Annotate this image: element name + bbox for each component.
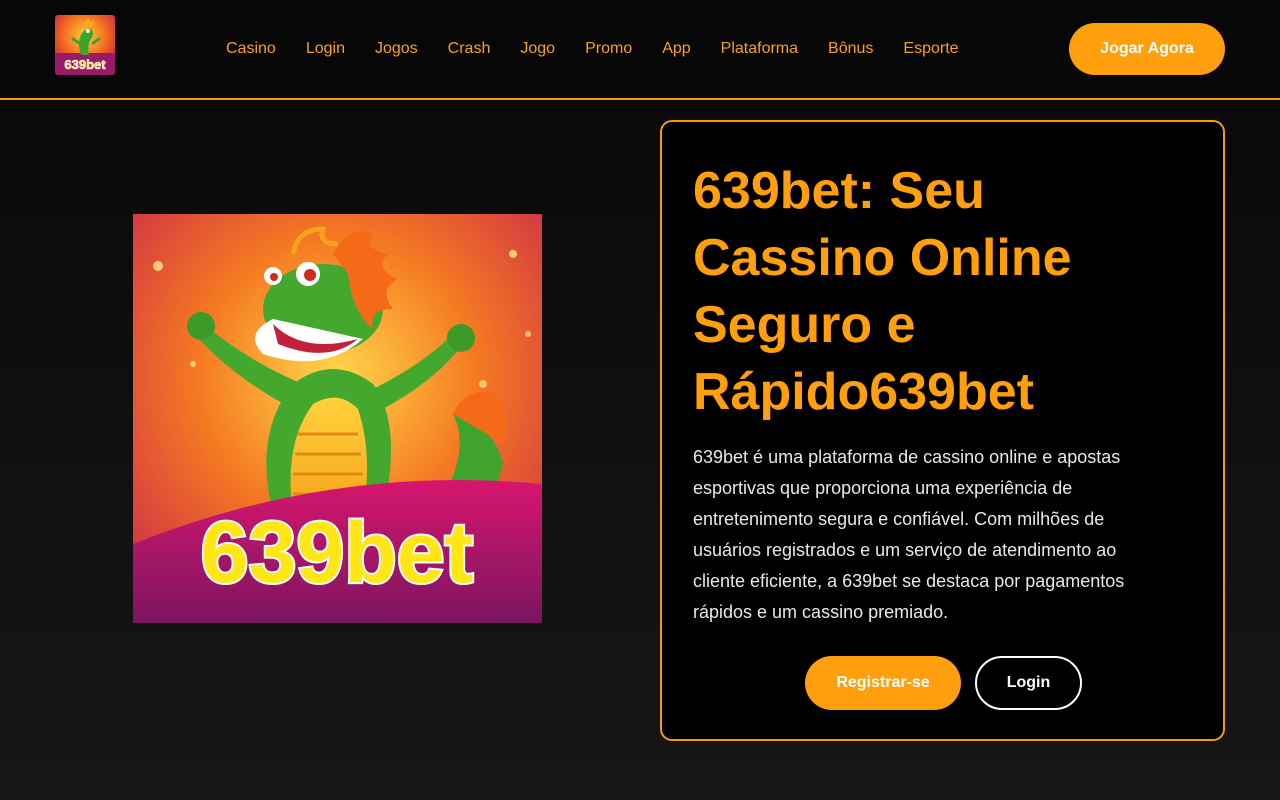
logo-image: 639bet bbox=[55, 15, 115, 75]
play-now-button[interactable]: Jogar Agora bbox=[1069, 23, 1225, 75]
nav-link-esporte[interactable]: Esporte bbox=[888, 37, 973, 61]
nav-link-login[interactable]: Login bbox=[291, 37, 360, 61]
site-logo[interactable]: 639bet bbox=[55, 15, 115, 75]
intro-card: 639bet: Seu Cassino Online Seguro e Rápi… bbox=[660, 120, 1225, 741]
login-button[interactable]: Login bbox=[975, 656, 1082, 710]
nav-link-bonus[interactable]: Bônus bbox=[813, 37, 888, 61]
nav-link-jogo[interactable]: Jogo bbox=[505, 37, 570, 61]
nav-link-casino[interactable]: Casino bbox=[211, 37, 291, 61]
logo-text: 639bet bbox=[64, 57, 106, 72]
nav-link-app[interactable]: App bbox=[647, 37, 705, 61]
site-header: 639bet Casino Login Jogos Crash Jogo Pro… bbox=[0, 0, 1280, 100]
nav-link-promo[interactable]: Promo bbox=[570, 37, 647, 61]
dragon-mascot-illustration: 639bet bbox=[133, 214, 542, 623]
register-button[interactable]: Registrar-se bbox=[805, 656, 961, 710]
intro-description: 639bet é uma plataforma de cassino onlin… bbox=[693, 447, 1125, 622]
main-nav: Casino Login Jogos Crash Jogo Promo App … bbox=[211, 37, 974, 61]
nav-link-plataforma[interactable]: Plataforma bbox=[706, 37, 813, 61]
page-title: 639bet: Seu Cassino Online Seguro e Rápi… bbox=[693, 162, 1072, 421]
hero-image-text: 639bet bbox=[201, 505, 474, 601]
nav-link-jogos[interactable]: Jogos bbox=[360, 37, 433, 61]
nav-link-crash[interactable]: Crash bbox=[433, 37, 506, 61]
hero-image: 639bet bbox=[133, 214, 542, 623]
